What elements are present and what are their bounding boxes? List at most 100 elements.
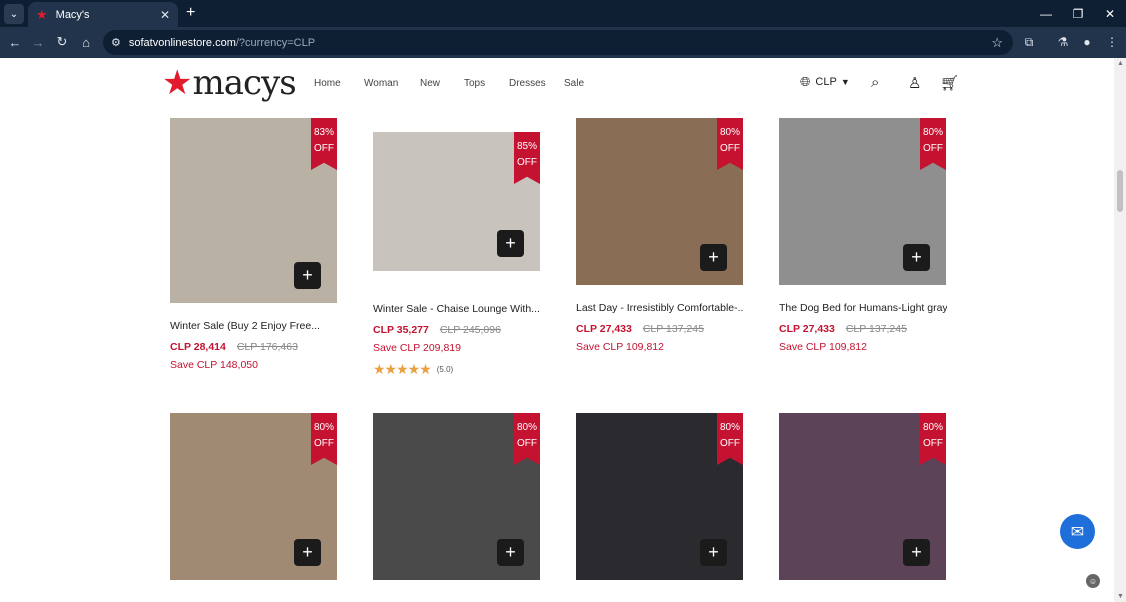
add-to-cart-button[interactable]: +: [700, 539, 727, 566]
labs-icon[interactable]: ⚗: [1051, 30, 1075, 54]
currency-label: CLP: [815, 76, 837, 88]
discount-badge: 85% OFF: [514, 132, 540, 184]
currency-selector[interactable]: 🌐︎ CLP ▼: [800, 74, 850, 90]
savings-text: Save CLP 209,819: [373, 342, 461, 354]
site-header: ★ macys Home Woman New Tops Dresses Sale…: [0, 58, 1114, 110]
scroll-thumb[interactable]: [1117, 170, 1123, 212]
nav-woman[interactable]: Woman: [364, 78, 398, 89]
forward-icon[interactable]: →: [26, 30, 50, 54]
close-window-icon[interactable]: ✕: [1094, 0, 1126, 27]
product-image[interactable]: 80% OFF +: [576, 118, 743, 285]
add-to-cart-button[interactable]: +: [294, 539, 321, 566]
sale-price: CLP 27,433: [576, 323, 632, 335]
discount-badge: 80% OFF: [717, 118, 743, 170]
original-price: CLP 137,245: [642, 323, 704, 335]
site-info-icon[interactable]: ⚙: [111, 36, 121, 49]
home-icon[interactable]: ⌂: [74, 30, 98, 54]
discount-badge: 83% OFF: [311, 118, 337, 170]
browser-toolbar: ← → ↻ ⌂ ⚙ sofatvonlinestore.com /?curren…: [0, 27, 1126, 58]
savings-text: Save CLP 109,812: [779, 341, 867, 353]
logo-star-icon: ★: [162, 64, 193, 102]
url-path: /?currency=CLP: [235, 36, 316, 49]
product-card[interactable]: 83% OFF + Winter Sale (Buy 2 Enjoy Free..…: [170, 118, 338, 371]
savings-text: Save CLP 148,050: [170, 359, 258, 371]
product-card[interactable]: 80% OFF +: [779, 413, 947, 580]
nav-sale[interactable]: Sale: [564, 78, 584, 89]
macys-favicon-icon: ★: [36, 6, 48, 22]
add-to-cart-button[interactable]: +: [700, 244, 727, 271]
accessibility-icon[interactable]: ☺: [1086, 574, 1100, 588]
add-to-cart-button[interactable]: +: [903, 244, 930, 271]
original-price: CLP 137,245: [845, 323, 907, 335]
product-card[interactable]: 80% OFF +: [170, 413, 338, 580]
sale-price: CLP 35,277: [373, 324, 429, 336]
product-card[interactable]: 80% OFF +: [576, 413, 744, 580]
product-name[interactable]: Winter Sale - Chaise Lounge With...: [373, 303, 541, 315]
cart-icon[interactable]: 🛒︎: [940, 74, 959, 92]
product-card[interactable]: 80% OFF +: [373, 413, 541, 580]
product-name[interactable]: The Dog Bed for Humans-Light gray: [779, 302, 947, 314]
bookmark-star-icon[interactable]: ☆: [991, 35, 1003, 51]
discount-badge: 80% OFF: [920, 118, 946, 170]
extensions-icon[interactable]: ⧉: [1017, 30, 1041, 54]
discount-badge: 80% OFF: [514, 413, 540, 465]
nav-dresses[interactable]: Dresses: [509, 78, 546, 89]
tab-search-icon[interactable]: ⌄: [4, 4, 24, 24]
macys-logo[interactable]: ★ macys: [162, 63, 297, 103]
scroll-up-icon[interactable]: ▲: [1117, 60, 1124, 67]
product-name[interactable]: Last Day - Irresistibly Comfortable-...: [576, 302, 744, 314]
rating-value: (5.0): [436, 365, 454, 374]
sale-price: CLP 28,414: [170, 341, 226, 353]
page-scrollbar[interactable]: ▲ ▼: [1114, 58, 1126, 602]
original-price: CLP 245,096: [439, 324, 501, 336]
discount-badge: 80% OFF: [920, 413, 946, 465]
product-rating: ★★★★★ (5.0): [373, 361, 541, 378]
profile-icon[interactable]: ●: [1075, 30, 1099, 54]
product-card[interactable]: 85% OFF + Winter Sale - Chaise Lounge Wit…: [373, 132, 541, 378]
browser-tab-bar: ⌄ ★ Macy's ✕ + — ❐ ✕: [0, 0, 1126, 27]
tab-title: Macy's: [55, 8, 90, 21]
savings-text: Save CLP 109,812: [576, 341, 664, 353]
product-name[interactable]: Winter Sale (Buy 2 Enjoy Free...: [170, 320, 338, 332]
url-host: sofatvonlinestore.com: [128, 36, 236, 49]
search-icon[interactable]: ⌕: [871, 74, 879, 91]
product-image[interactable]: 80% OFF +: [170, 413, 337, 580]
product-image[interactable]: 80% OFF +: [779, 118, 946, 285]
discount-badge: 80% OFF: [717, 413, 743, 465]
nav-home[interactable]: Home: [314, 78, 341, 89]
rating-stars-icon: ★★★★★: [373, 361, 432, 377]
back-icon[interactable]: ←: [3, 30, 27, 54]
logo-text: macys: [192, 63, 296, 103]
nav-new[interactable]: New: [420, 78, 440, 89]
product-image[interactable]: 80% OFF +: [373, 413, 540, 580]
chevron-down-icon: ▼: [840, 77, 850, 87]
product-card[interactable]: 80% OFF + The Dog Bed for Humans-Light gr…: [779, 118, 947, 353]
add-to-cart-button[interactable]: +: [903, 539, 930, 566]
discount-badge: 80% OFF: [311, 413, 337, 465]
globe-icon: 🌐︎: [800, 74, 811, 89]
original-price: CLP 176,463: [236, 341, 298, 353]
scroll-down-icon[interactable]: ▼: [1117, 593, 1124, 600]
product-image[interactable]: 80% OFF +: [576, 413, 743, 580]
restore-icon[interactable]: ❐: [1062, 0, 1094, 27]
add-to-cart-button[interactable]: +: [497, 539, 524, 566]
product-image[interactable]: 80% OFF +: [779, 413, 946, 580]
product-image[interactable]: 85% OFF +: [373, 132, 540, 271]
reload-icon[interactable]: ↻: [50, 30, 74, 54]
product-card[interactable]: 80% OFF + Last Day - Irresistibly Comfort…: [576, 118, 744, 353]
nav-tops[interactable]: Tops: [464, 78, 485, 89]
menu-icon[interactable]: ⋮: [1100, 30, 1124, 54]
mail-icon: ✉: [1070, 523, 1085, 541]
browser-tab[interactable]: ★ Macy's ✕: [28, 2, 178, 27]
new-tab-icon[interactable]: +: [186, 4, 195, 22]
web-page: ★ macys Home Woman New Tops Dresses Sale…: [0, 58, 1126, 602]
account-icon[interactable]: ♙: [908, 74, 921, 92]
address-bar[interactable]: ⚙ sofatvonlinestore.com /?currency=CLP ☆: [103, 30, 1013, 55]
sale-price: CLP 27,433: [779, 323, 835, 335]
close-tab-icon[interactable]: ✕: [160, 8, 170, 22]
add-to-cart-button[interactable]: +: [497, 230, 524, 257]
add-to-cart-button[interactable]: +: [294, 262, 321, 289]
chat-mail-button[interactable]: ✉: [1060, 514, 1095, 549]
product-image[interactable]: 83% OFF +: [170, 118, 337, 303]
minimize-icon[interactable]: —: [1030, 0, 1062, 27]
